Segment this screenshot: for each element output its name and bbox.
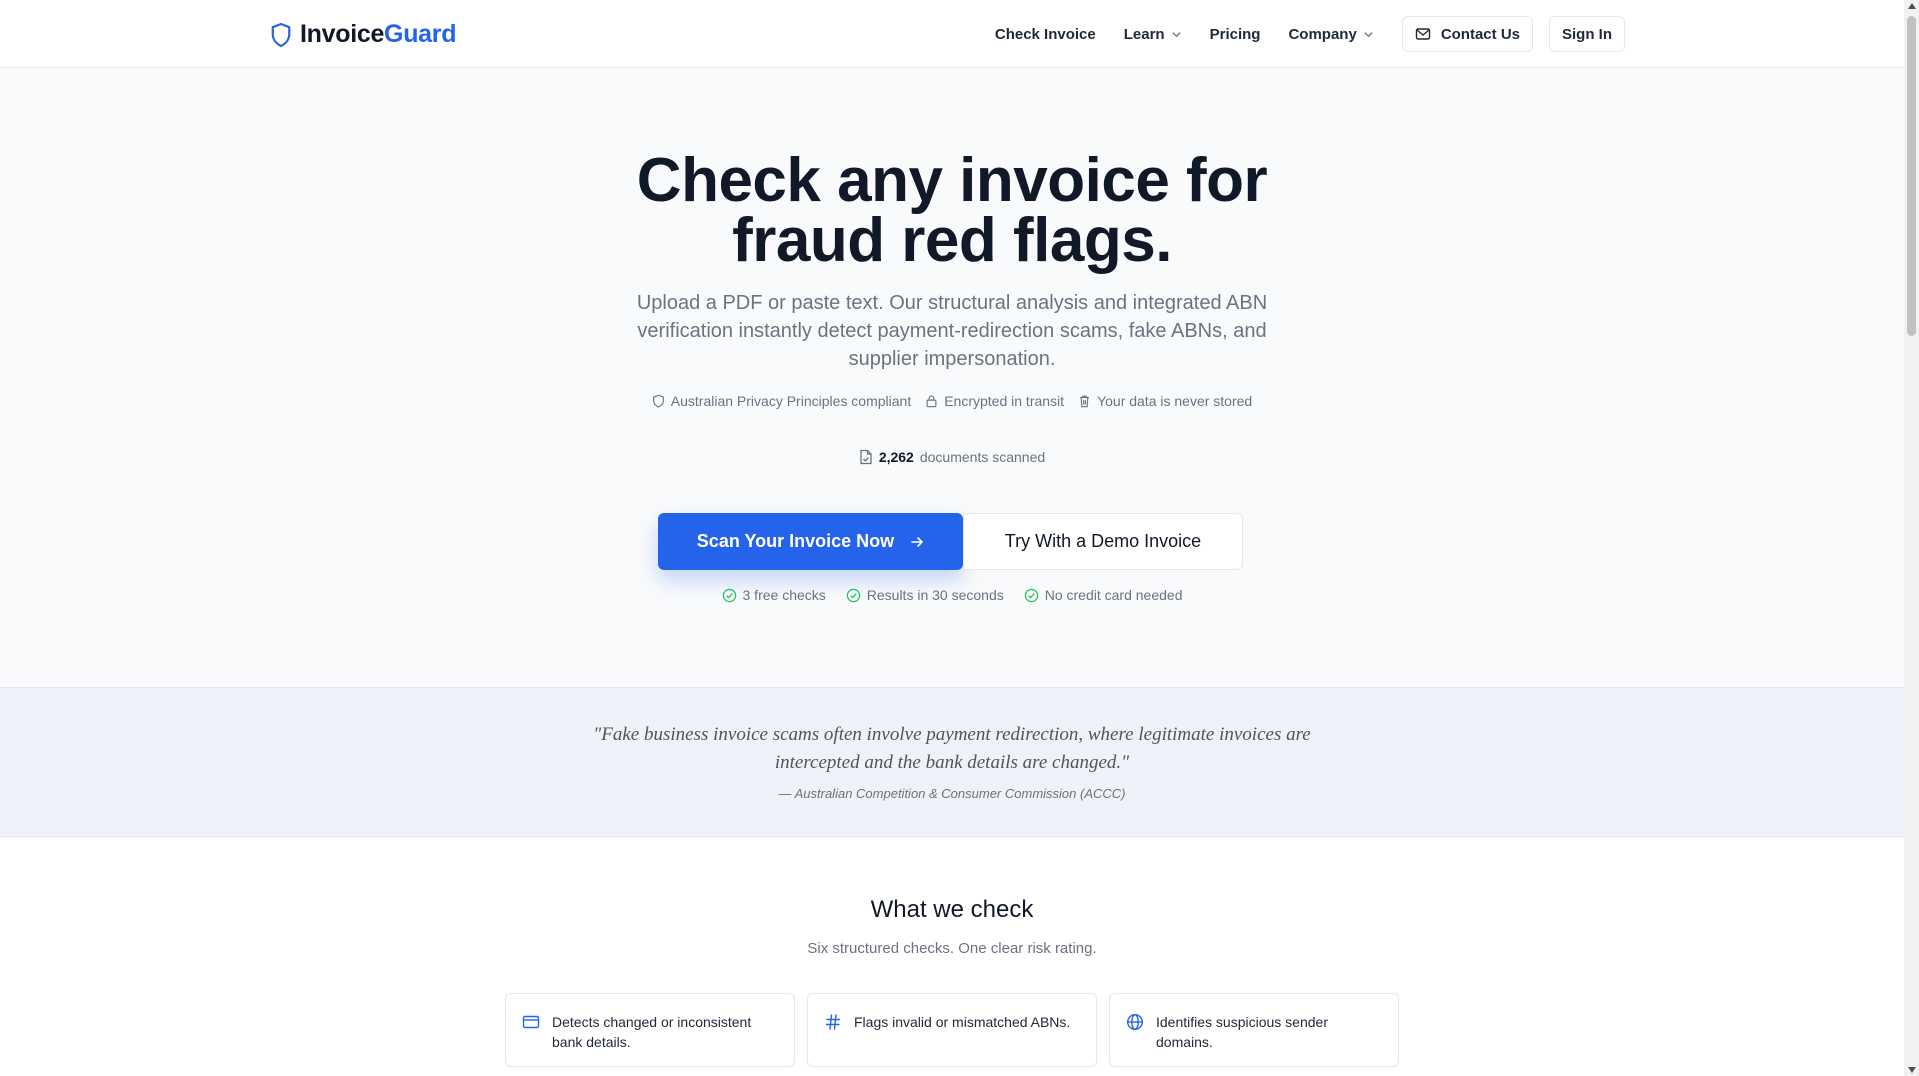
cta-row: Scan Your Invoice Now Try With a Demo In… [658, 513, 1243, 570]
trust-encrypted-label: Encrypted in transit [944, 393, 1065, 409]
scroll-up-arrow-icon[interactable] [1908, 3, 1916, 9]
perk-free-checks-label: 3 free checks [742, 587, 826, 603]
nav-pricing[interactable]: Pricing [1210, 26, 1261, 43]
check-cards: Detects changed or inconsistent bank det… [505, 993, 1399, 1067]
top-navbar: InvoiceGuard Check Invoice Learn Pricing… [0, 0, 1904, 68]
documents-scanned-counter: 2,262 documents scanned [0, 449, 1904, 465]
trash-icon [1080, 395, 1089, 408]
nav-links: Check Invoice Learn Pricing Company Cont… [967, 16, 1625, 52]
trust-encrypted: Encrypted in transit [925, 393, 1064, 409]
shield-icon [652, 394, 664, 408]
check-card-text: Detects changed or inconsistent bank det… [552, 1014, 752, 1050]
scroll-thumb[interactable] [1907, 16, 1916, 336]
lock-icon [926, 395, 937, 408]
page-scrollbar[interactable] [1904, 0, 1919, 1076]
quote-text: "Fake business invoice scams often invol… [593, 724, 1311, 773]
trust-badges: Australian Privacy Principles compliant … [0, 393, 1904, 409]
perks-list: 3 free checks Results in 30 seconds No c… [0, 587, 1904, 603]
hero-title-line2: fraud red flags. [732, 206, 1172, 275]
chevron-down-icon [1364, 31, 1373, 37]
check-circle-icon [1024, 588, 1038, 602]
scan-invoice-label: Scan Your Invoice Now [696, 531, 895, 551]
perk-no-card: No credit card needed [1024, 587, 1183, 603]
check-card-abn: Flags invalid or mismatched ABNs. [807, 993, 1097, 1067]
checks-subtitle: Six structured checks. One clear risk ra… [807, 940, 1097, 957]
quote-section: "Fake business invoice scams often invol… [0, 687, 1904, 837]
brand-logo[interactable]: InvoiceGuard [270, 20, 456, 49]
nav-company[interactable]: Company [1288, 26, 1373, 43]
scan-invoice-button[interactable]: Scan Your Invoice Now [658, 513, 963, 570]
trust-privacy-label: Australian Privacy Principles compliant [670, 393, 912, 409]
check-circle-icon [846, 588, 861, 602]
check-card-text: Identifies suspicious sender domains. [1156, 1014, 1328, 1050]
mail-icon [1415, 28, 1431, 40]
perk-no-card-label: No credit card needed [1044, 587, 1183, 603]
chevron-down-icon [1171, 31, 1181, 37]
arrow-right-icon [911, 536, 924, 547]
checks-title: What we check [870, 896, 1034, 923]
contact-us-label: Contact Us [1440, 25, 1520, 43]
hero-subtitle: Upload a PDF or paste text. Our structur… [636, 292, 1268, 370]
credit-card-icon [522, 1015, 540, 1029]
demo-invoice-button[interactable]: Try With a Demo Invoice [963, 513, 1243, 570]
hero-title-line1: Check any invoice for [636, 146, 1268, 215]
shield-icon [271, 22, 291, 47]
trust-not-stored: Your data is never stored [1078, 393, 1252, 409]
sign-in-button[interactable]: Sign In [1549, 16, 1625, 52]
brand-name: InvoiceGuard [300, 20, 457, 48]
perk-results-time-label: Results in 30 seconds [866, 587, 1004, 603]
hero-title: Check any invoice for fraud red flags. [0, 146, 1904, 275]
nav-check-invoice[interactable]: Check Invoice [995, 26, 1096, 43]
documents-count-label: documents scanned [919, 449, 1046, 465]
quote-source: — Australian Competition & Consumer Comm… [778, 786, 1126, 801]
trust-privacy: Australian Privacy Principles compliant [652, 393, 911, 409]
scroll-down-arrow-icon[interactable] [1908, 1067, 1916, 1073]
file-check-icon [860, 449, 872, 465]
hero-section: Check any invoice for fraud red flags. U… [0, 69, 1904, 687]
perk-free-checks: 3 free checks [722, 587, 826, 603]
nav-company-label: Company [1288, 25, 1357, 43]
globe-icon [1126, 1013, 1144, 1031]
check-circle-icon [722, 588, 736, 602]
trust-not-stored-label: Your data is never stored [1097, 393, 1253, 409]
documents-count: 2,262 [878, 449, 914, 465]
check-card-text: Flags invalid or mismatched ABNs. [854, 1014, 1071, 1030]
checks-section: What we check Six structured checks. One… [0, 838, 1904, 1076]
nav-learn-label: Learn [1123, 25, 1165, 43]
check-card-domains: Identifies suspicious sender domains. [1109, 993, 1399, 1067]
check-card-bank-details: Detects changed or inconsistent bank det… [505, 993, 795, 1067]
nav-learn[interactable]: Learn [1124, 26, 1182, 43]
perk-results-time: Results in 30 seconds [846, 587, 1004, 603]
hash-icon [825, 1014, 841, 1030]
contact-us-button[interactable]: Contact Us [1401, 16, 1533, 52]
